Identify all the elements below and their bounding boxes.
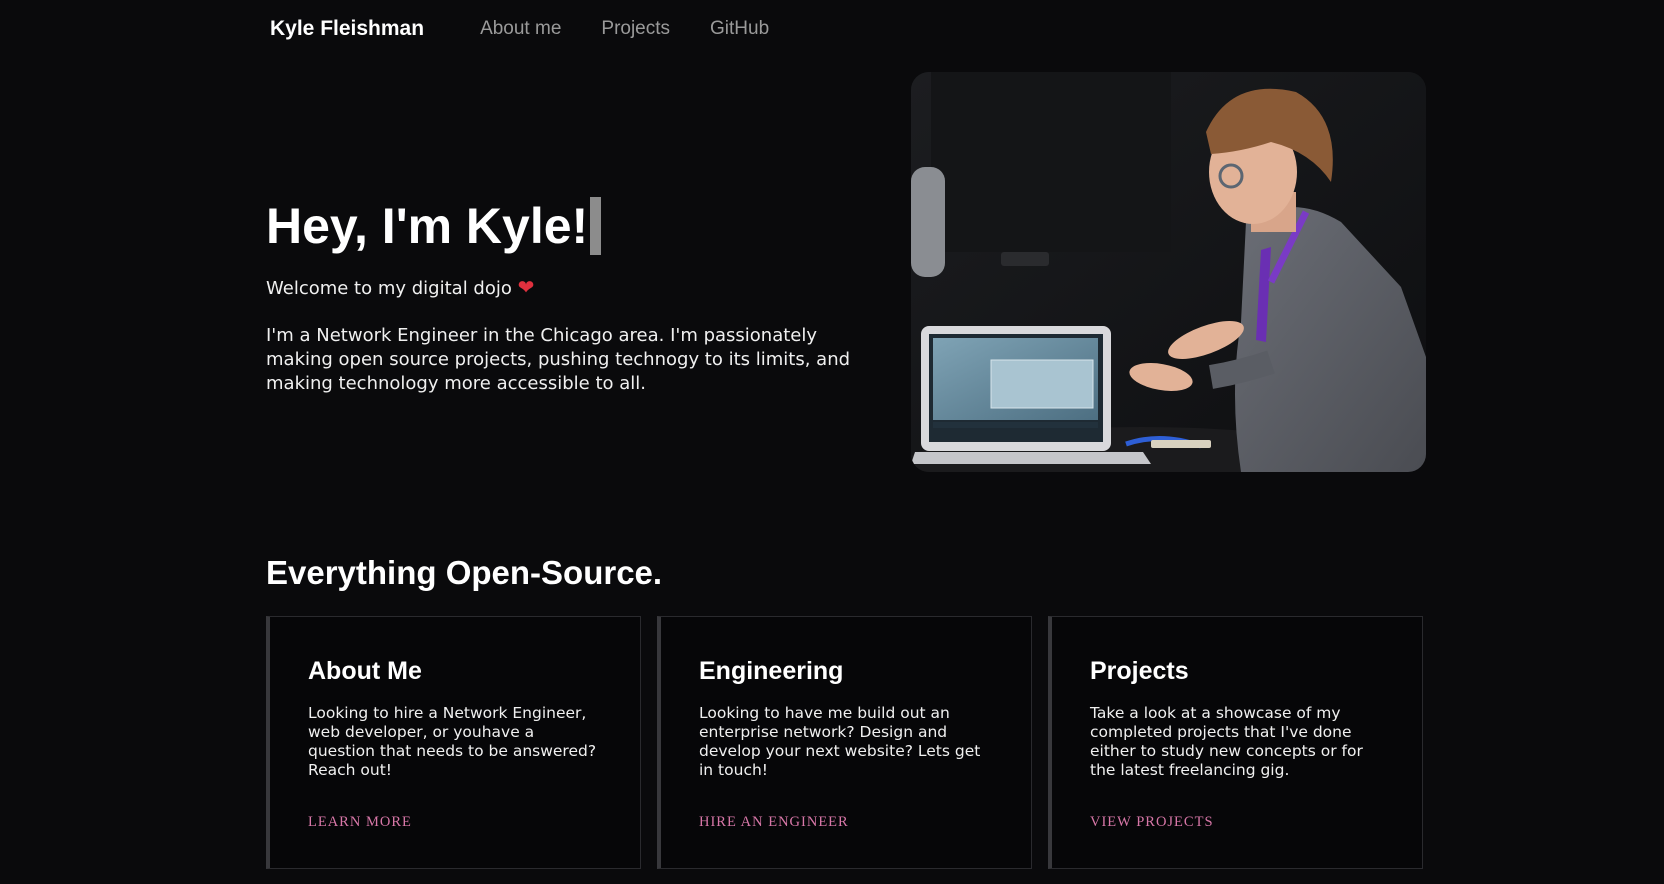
nav-link-projects[interactable]: Projects [601,18,670,40]
card-description: Looking to hire a Network Engineer, web … [308,704,597,779]
card-title: Engineering [699,657,844,685]
hire-an-engineer-link[interactable]: HIRE AN ENGINEER [699,814,849,831]
top-nav: Kyle Fleishman About me Projects GitHub [266,0,809,58]
card-engineering: Engineering Looking to have me build out… [657,616,1032,869]
page: Kyle Fleishman About me Projects GitHub … [0,0,1664,884]
section-title: Everything Open-Source. [266,554,663,591]
view-projects-link[interactable]: VIEW PROJECTS [1090,814,1214,831]
card-title: About Me [308,657,422,685]
hero-photo-image [911,72,1426,472]
brand-link[interactable]: Kyle Fleishman [270,17,424,41]
hero-welcome-text: Welcome to my digital dojo [266,278,512,299]
hero-title-text: Hey, I'm Kyle! [266,198,589,254]
heart-icon: ❤ [517,275,535,299]
card-title: Projects [1090,657,1189,685]
typing-cursor [590,197,602,255]
card-description: Take a look at a showcase of my complete… [1090,704,1363,779]
nav-link-github[interactable]: GitHub [710,18,769,40]
learn-more-link[interactable]: LEARN MORE [308,814,412,831]
feature-cards: About Me Looking to hire a Network Engin… [266,616,1423,869]
card-about-me: About Me Looking to hire a Network Engin… [266,616,641,869]
card-projects: Projects Take a look at a showcase of my… [1048,616,1423,869]
hero-title: Hey, I'm Kyle! [266,196,602,256]
card-description: Looking to have me build out an enterpri… [699,704,981,779]
hero-intro: I'm a Network Engineer in the Chicago ar… [266,325,851,394]
hero-welcome: Welcome to my digital dojo ❤ [266,275,534,299]
nav-link-about-me[interactable]: About me [480,18,561,40]
hero-photo [911,72,1426,472]
